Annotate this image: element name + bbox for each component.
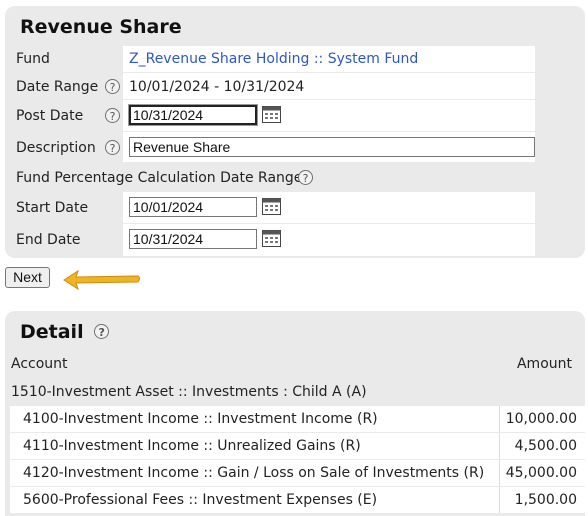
fund-label: Fund xyxy=(16,51,50,67)
date-range-label: Date Range xyxy=(16,79,99,95)
date-range-value: 10/01/2024 - 10/31/2024 xyxy=(129,79,305,95)
group-header: 1510-Investment Asset :: Investments : C… xyxy=(11,384,367,400)
post-date-row: Post Date ? 10/31/2024 xyxy=(10,100,535,131)
description-input[interactable]: Revenue Share xyxy=(129,137,535,157)
account-cell: 4110-Investment Income :: Unrealized Gai… xyxy=(23,438,361,454)
calendar-icon[interactable] xyxy=(262,197,281,215)
help-icon[interactable]: ? xyxy=(105,79,120,94)
help-icon[interactable]: ? xyxy=(105,108,120,123)
amount-cell: 45,000.00 xyxy=(505,465,577,481)
fund-row: Fund Z_Revenue Share Holding :: System F… xyxy=(10,46,535,72)
account-cell: 4100-Investment Income :: Investment Inc… xyxy=(23,411,378,427)
amount-cell: 10,000.00 xyxy=(505,411,577,427)
end-date-row: End Date 10/31/2024 xyxy=(10,224,535,256)
table-row: 4120-Investment Income :: Gain / Loss on… xyxy=(10,460,585,486)
calc-range-label: Fund Percentage Calculation Date Range xyxy=(16,170,303,186)
detail-title: Detail ? xyxy=(20,321,110,343)
arrow-left-icon xyxy=(63,269,140,291)
date-range-row: Date Range ? 10/01/2024 - 10/31/2024 xyxy=(10,73,535,99)
amount-cell: 4,500.00 xyxy=(514,438,577,454)
help-icon[interactable]: ? xyxy=(94,324,110,339)
amount-cell: 1,500.00 xyxy=(514,492,577,508)
table-row: 4110-Investment Income :: Unrealized Gai… xyxy=(10,433,585,459)
next-button[interactable]: Next xyxy=(5,267,50,288)
help-icon[interactable]: ? xyxy=(105,140,120,155)
account-cell: 4120-Investment Income :: Gain / Loss on… xyxy=(23,465,485,481)
calendar-icon[interactable] xyxy=(262,229,281,247)
table-row: 5600-Professional Fees :: Investment Exp… xyxy=(10,487,585,513)
panel-title: Revenue Share xyxy=(20,16,182,38)
start-date-input[interactable]: 10/01/2024 xyxy=(129,197,257,217)
post-date-input[interactable]: 10/31/2024 xyxy=(128,104,258,126)
post-date-label: Post Date xyxy=(16,108,84,124)
calendar-icon[interactable] xyxy=(262,105,281,123)
detail-panel: Detail ? Account Amount 1510-Investment … xyxy=(5,311,585,516)
start-date-label: Start Date xyxy=(16,200,89,216)
account-cell: 5600-Professional Fees :: Investment Exp… xyxy=(23,492,378,508)
fund-link[interactable]: Z_Revenue Share Holding :: System Fund xyxy=(129,51,418,67)
description-label: Description xyxy=(16,140,96,156)
start-date-row: Start Date 10/01/2024 xyxy=(10,192,535,223)
calc-range-header: Fund Percentage Calculation Date Range ? xyxy=(10,164,535,192)
end-date-label: End Date xyxy=(16,232,81,248)
help-icon[interactable]: ? xyxy=(298,170,313,185)
col-account: Account xyxy=(11,356,68,372)
end-date-input[interactable]: 10/31/2024 xyxy=(129,229,257,249)
revenue-share-panel: Revenue Share Fund Z_Revenue Share Holdi… xyxy=(5,6,585,258)
description-row: Description ? Revenue Share xyxy=(10,132,535,162)
table-row: 4100-Investment Income :: Investment Inc… xyxy=(10,406,585,432)
detail-table-header: Account Amount xyxy=(5,351,585,377)
col-amount: Amount xyxy=(516,356,572,372)
